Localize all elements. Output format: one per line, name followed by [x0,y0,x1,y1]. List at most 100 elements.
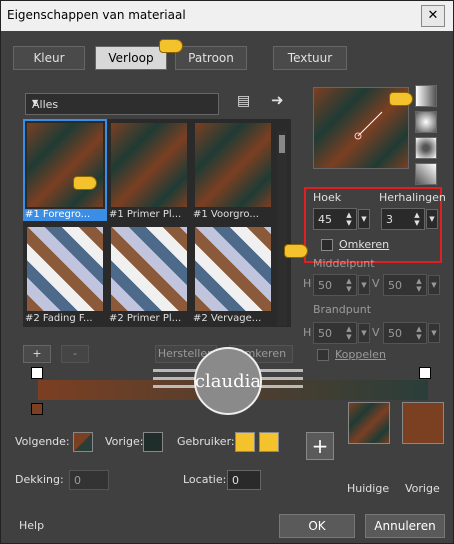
add-to-swatches-button[interactable]: + [306,432,334,460]
ok-button[interactable]: OK [279,514,355,538]
chevron-down-icon[interactable]: ▼ [358,323,370,343]
spin-arrows-icon[interactable]: ▲ ▼ [414,277,424,293]
gallery-item[interactable]: #2 Fading F... [25,225,105,324]
watermark-text: claudia [195,371,261,392]
chevron-down-icon: ▼ [32,98,39,107]
title-bar: Eigenschappen van materiaal ✕ [1,1,453,31]
color-stop-left[interactable] [31,403,43,415]
focal-h-value: 50 [318,327,332,340]
linear-gradient-type-button[interactable] [415,85,437,107]
radial-gradient-type-button[interactable] [415,111,437,133]
pointing-hand-icon [284,244,308,258]
next-color-swatch[interactable] [73,432,93,452]
gradient-thumbnail [27,227,103,311]
previous-color-swatch[interactable] [143,432,163,452]
repeats-label: Herhalingen [379,191,446,204]
tab-pattern[interactable]: Patroon [175,46,247,70]
current-preview[interactable] [348,402,390,444]
gallery-item[interactable]: #2 Primer Pl... [109,225,189,324]
spin-arrows-icon[interactable]: ▲ ▼ [414,325,424,341]
tab-color[interactable]: Kleur [13,46,85,70]
pointing-hand-icon [73,176,97,190]
library-icon[interactable]: ▤ [237,93,250,109]
focal-v-value: 50 [388,327,402,340]
previous-color-label: Vorige: [105,435,144,448]
gallery-item[interactable]: #2 Vervage... [193,225,273,324]
current-preview-label: Huidige [347,482,390,495]
angle-spinner[interactable]: 45 ▲ ▼ ▼ [313,208,370,230]
link-label: Koppelen [335,348,386,361]
opacity-field[interactable]: 0 [69,470,109,490]
focal-label: Brandpunt [313,303,372,316]
center-h-spinner[interactable]: 50 ▲ ▼ ▼ [313,274,370,296]
gallery-item-label: #1 Foregro... [25,209,105,220]
location-value: 0 [232,474,239,487]
spin-arrows-icon[interactable]: ▲ ▼ [344,325,354,341]
gallery-scrollbar[interactable] [277,131,287,326]
center-v-spinner[interactable]: 50 ▲ ▼ ▼ [383,274,440,296]
repeats-spinner[interactable]: 3 ▲ ▼ ▼ [381,208,438,230]
tab-texture[interactable]: Textuur [273,46,347,70]
remove-stop-button[interactable]: - [61,345,89,363]
opacity-stop-left[interactable] [31,367,43,379]
chevron-down-icon[interactable]: ▼ [428,323,440,343]
next-color-label: Volgende: [15,435,70,448]
gallery-item[interactable]: #1 Primer Pl... [109,121,189,220]
sunburst-gradient-type-button[interactable] [415,163,437,185]
center-label: Middelpunt [313,257,375,270]
gradient-thumbnail [195,227,271,311]
gallery-item-label: #2 Vervage... [193,313,262,324]
chevron-down-icon[interactable]: ▼ [358,209,370,229]
previous-preview-label: Vorige [405,482,440,495]
gradient-thumbnail [195,123,271,207]
rectangular-gradient-type-button[interactable] [415,137,437,159]
spin-arrows-icon[interactable]: ▲ ▼ [344,277,354,293]
location-field[interactable]: 0 [227,470,261,490]
center-h-value: 50 [318,279,332,292]
gradient-thumbnail [111,123,187,207]
chevron-down-icon[interactable]: ▼ [428,275,440,295]
chevron-down-icon[interactable]: ▼ [358,275,370,295]
gradient-thumbnail [111,227,187,311]
add-stop-button[interactable]: + [23,345,51,363]
window-title: Eigenschappen van materiaal [7,8,186,22]
pointing-hand-icon [389,92,413,106]
material-properties-dialog: Eigenschappen van materiaal ✕ Kleur Verl… [0,0,454,544]
location-label: Locatie: [183,473,227,486]
scrollbar-thumb[interactable] [279,135,285,153]
opacity-stop-right[interactable] [419,367,431,379]
repeats-value: 3 [386,213,393,226]
gallery-filter-select[interactable]: Alles ▼ [25,93,219,115]
user-color-swatch[interactable] [235,432,255,452]
tab-gradient[interactable]: Verloop [95,46,167,70]
focal-h-label: H [303,326,312,339]
cancel-button[interactable]: Annuleren [365,514,445,538]
link-checkbox[interactable] [317,349,329,361]
center-v-value: 50 [388,279,402,292]
invert-checkbox[interactable] [321,239,333,251]
gallery-item-label: #1 Voorgro... [193,209,259,220]
gallery-item[interactable]: #1 Voorgro... [193,121,273,220]
spin-arrows-icon[interactable]: ▲ ▼ [344,211,354,227]
previous-preview[interactable] [402,402,444,444]
opacity-label: Dekking: [15,473,64,486]
focal-v-spinner[interactable]: 50 ▲ ▼ ▼ [383,322,440,344]
gallery-item-label: #2 Fading F... [25,313,93,324]
gallery-item[interactable]: #1 Foregro... [23,119,107,221]
focal-h-spinner[interactable]: 50 ▲ ▼ ▼ [313,322,370,344]
focal-v-label: V [372,326,380,339]
chevron-down-icon[interactable]: ▼ [426,209,438,229]
gallery-item-label: #2 Primer Pl... [109,313,182,324]
angle-label: Hoek [313,191,342,204]
arrow-right-icon[interactable]: ➜ [271,91,284,109]
close-button[interactable]: ✕ [421,5,445,27]
user-color-label: Gebruiker: [177,435,235,448]
pointing-hand-icon [159,39,183,53]
center-h-label: H [303,277,312,290]
user-color-swatch[interactable] [259,432,279,452]
help-link[interactable]: Help [19,519,44,532]
spin-arrows-icon[interactable]: ▲ ▼ [412,211,422,227]
invert-label: Omkeren [339,238,390,251]
gallery-item-label: #1 Primer Pl... [109,209,182,220]
gradient-gallery: #1 Foregro... #1 Primer Pl... #1 Voorgro… [23,119,291,327]
